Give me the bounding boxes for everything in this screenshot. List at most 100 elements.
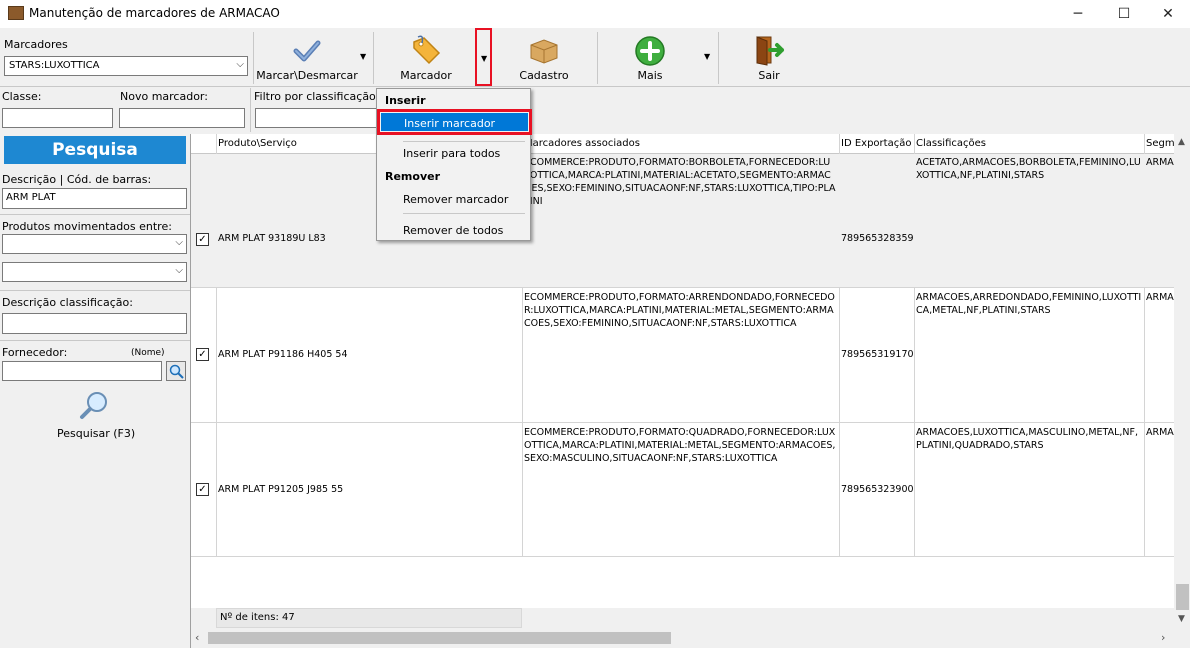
marcador-label: Marcador bbox=[400, 69, 452, 82]
cadastro-button[interactable]: Cadastro bbox=[496, 30, 592, 86]
item-count: Nº de itens: 47 bbox=[220, 612, 295, 623]
column-header-segmento[interactable]: Segm bbox=[1144, 134, 1174, 154]
classificacoes-cell: ARMACOES,ARREDONDADO,FEMININO,LUXOTTICA,… bbox=[916, 292, 1142, 316]
classificacoes-cell: ACETATO,ARMACOES,BORBOLETA,FEMININO,LUXO… bbox=[916, 157, 1141, 181]
scroll-down-icon[interactable]: ▼ bbox=[1178, 614, 1185, 624]
desc-classificacao-label: Descrição classificação: bbox=[2, 296, 133, 309]
filtro-classificacao-input[interactable] bbox=[255, 108, 380, 128]
novo-marcador-input[interactable] bbox=[119, 108, 245, 128]
data-inicio-select[interactable]: ⌵ bbox=[2, 234, 187, 254]
descricao-value: ARM PLAT bbox=[6, 192, 56, 203]
menu-item-inserir-marcador[interactable]: Inserir marcador bbox=[377, 109, 532, 135]
minimize-button[interactable]: ─ bbox=[1055, 0, 1101, 28]
toolbar-separator bbox=[373, 32, 374, 84]
sair-label: Sair bbox=[758, 69, 780, 82]
dropdown-arrow-icon: ▼ bbox=[481, 54, 488, 63]
classificacoes-cell: ARMACOES,LUXOTTICA,MASCULINO,METAL,NF,PL… bbox=[916, 427, 1139, 451]
plus-circle-icon bbox=[635, 36, 665, 66]
close-button[interactable]: ✕ bbox=[1145, 0, 1190, 28]
table-row[interactable]: ✓ ARM PLAT 93189U L83 ECOMMERCE:PRODUTO,… bbox=[191, 154, 1174, 288]
sidebar-divider bbox=[0, 214, 190, 215]
table-row[interactable]: ✓ ARM PLAT P91205 J985 55 ECOMMERCE:PROD… bbox=[191, 423, 1174, 557]
box-icon bbox=[530, 39, 558, 64]
sidebar-divider bbox=[0, 340, 190, 341]
scrollbar-thumb[interactable] bbox=[1176, 584, 1189, 610]
marcadores-cell: ECOMMERCE:PRODUTO,FORMATO:QUADRADO,FORNE… bbox=[524, 427, 836, 464]
title-bar: Manutenção de marcadores de ARMACAO ─ ☐ … bbox=[0, 0, 1190, 28]
toolbar-separator bbox=[253, 32, 254, 84]
filtro-classificacao-label: Filtro por classificação bbox=[254, 90, 376, 103]
toolbar-separator bbox=[597, 32, 598, 84]
sidebar-divider bbox=[0, 290, 190, 291]
desc-classificacao-input[interactable] bbox=[2, 313, 187, 334]
marcar-dropdown-arrow[interactable]: ▼ bbox=[360, 52, 366, 61]
grid-footer: Nº de itens: 47 bbox=[191, 608, 1174, 628]
marcador-dropdown-button[interactable]: ▼ bbox=[475, 28, 492, 86]
produto-cell: ARM PLAT P91186 H405 54 bbox=[218, 349, 348, 360]
marcar-desmarcar-label: Marcar\Desmarcar bbox=[256, 69, 358, 82]
fornecedor-search-button[interactable] bbox=[166, 361, 186, 381]
classe-input[interactable] bbox=[2, 108, 113, 128]
marcadores-select[interactable]: STARS:LUXOTTICA ⌵ bbox=[4, 56, 248, 76]
table-row[interactable]: ✓ ARM PLAT P91186 H405 54 ECOMMERCE:PROD… bbox=[191, 288, 1174, 422]
window-title: Manutenção de marcadores de ARMACAO bbox=[29, 6, 280, 20]
app-icon bbox=[8, 6, 24, 20]
segmento-cell: ARMA bbox=[1146, 157, 1174, 168]
marcadores-label: Marcadores bbox=[4, 38, 68, 51]
menu-separator bbox=[403, 141, 525, 142]
toolbar-divider bbox=[0, 86, 1190, 87]
column-header-marcadores[interactable]: Marcadores associados bbox=[522, 134, 839, 154]
mais-label: Mais bbox=[637, 69, 663, 82]
scroll-right-icon[interactable]: › bbox=[1161, 631, 1165, 644]
column-header-classificacoes[interactable]: Classificações bbox=[914, 134, 1144, 154]
tag-icon bbox=[413, 35, 441, 65]
maximize-button[interactable]: ☐ bbox=[1101, 0, 1147, 28]
id-cell: 789565328359 bbox=[841, 233, 913, 244]
checkmark-icon bbox=[293, 40, 321, 62]
novo-marcador-label: Novo marcador: bbox=[120, 90, 208, 103]
menu-header-inserir: Inserir bbox=[385, 94, 426, 107]
marcar-desmarcar-button[interactable]: Marcar\Desmarcar bbox=[255, 30, 359, 86]
filter-separator bbox=[250, 88, 251, 132]
segmento-cell: ARMA bbox=[1146, 292, 1174, 303]
column-header-id[interactable]: ID Exportação bbox=[839, 134, 914, 154]
pesquisar-button[interactable]: Pesquisar (F3) bbox=[55, 390, 135, 442]
inserir-marcador-label: Inserir marcador bbox=[404, 117, 496, 130]
magnifier-icon bbox=[80, 392, 107, 419]
sair-button[interactable]: Sair bbox=[721, 30, 817, 86]
cadastro-label: Cadastro bbox=[519, 69, 569, 82]
row-checkbox[interactable]: ✓ bbox=[196, 348, 209, 361]
row-checkbox[interactable]: ✓ bbox=[196, 233, 209, 246]
chevron-down-icon: ⌵ bbox=[236, 59, 244, 70]
nome-label: (Nome) bbox=[131, 348, 165, 358]
chevron-down-icon: ⌵ bbox=[175, 237, 183, 248]
id-cell: 789565319170 bbox=[841, 349, 913, 360]
descricao-input[interactable]: ARM PLAT bbox=[2, 188, 187, 209]
fornecedor-input[interactable] bbox=[2, 361, 162, 381]
vertical-scrollbar[interactable]: ▲ ▼ bbox=[1174, 134, 1190, 628]
row-checkbox[interactable]: ✓ bbox=[196, 483, 209, 496]
menu-item-remover-todos[interactable]: Remover de todos bbox=[403, 224, 503, 237]
mais-dropdown-arrow[interactable]: ▼ bbox=[704, 52, 710, 61]
fornecedor-label: Fornecedor: bbox=[2, 346, 68, 359]
select-column-header bbox=[191, 134, 216, 154]
products-grid: Produto\Serviço Marcadores associados ID… bbox=[190, 134, 1190, 648]
mais-button[interactable]: Mais bbox=[602, 30, 698, 86]
h-scrollbar-thumb[interactable] bbox=[208, 632, 671, 644]
id-cell: 789565323900 bbox=[841, 484, 913, 495]
segmento-cell: ARMA bbox=[1146, 427, 1174, 438]
pesquisar-label: Pesquisar (F3) bbox=[57, 427, 136, 440]
data-fim-select[interactable]: ⌵ bbox=[2, 262, 187, 282]
toolbar-separator bbox=[718, 32, 719, 84]
produto-cell: ARM PLAT P91205 J985 55 bbox=[218, 484, 344, 495]
menu-item-inserir-todos[interactable]: Inserir para todos bbox=[403, 147, 500, 160]
marcador-button[interactable]: Marcador bbox=[378, 30, 474, 86]
grid-line bbox=[191, 556, 1174, 557]
scroll-up-icon[interactable]: ▲ bbox=[1178, 137, 1185, 147]
descricao-label: Descrição | Cód. de barras: bbox=[2, 173, 152, 186]
horizontal-scrollbar[interactable]: ‹ › bbox=[191, 628, 1190, 648]
produto-cell: ARM PLAT 93189U L83 bbox=[218, 233, 326, 244]
menu-item-remover-marcador[interactable]: Remover marcador bbox=[403, 193, 508, 206]
menu-separator bbox=[403, 213, 525, 214]
scroll-left-icon[interactable]: ‹ bbox=[195, 631, 199, 644]
